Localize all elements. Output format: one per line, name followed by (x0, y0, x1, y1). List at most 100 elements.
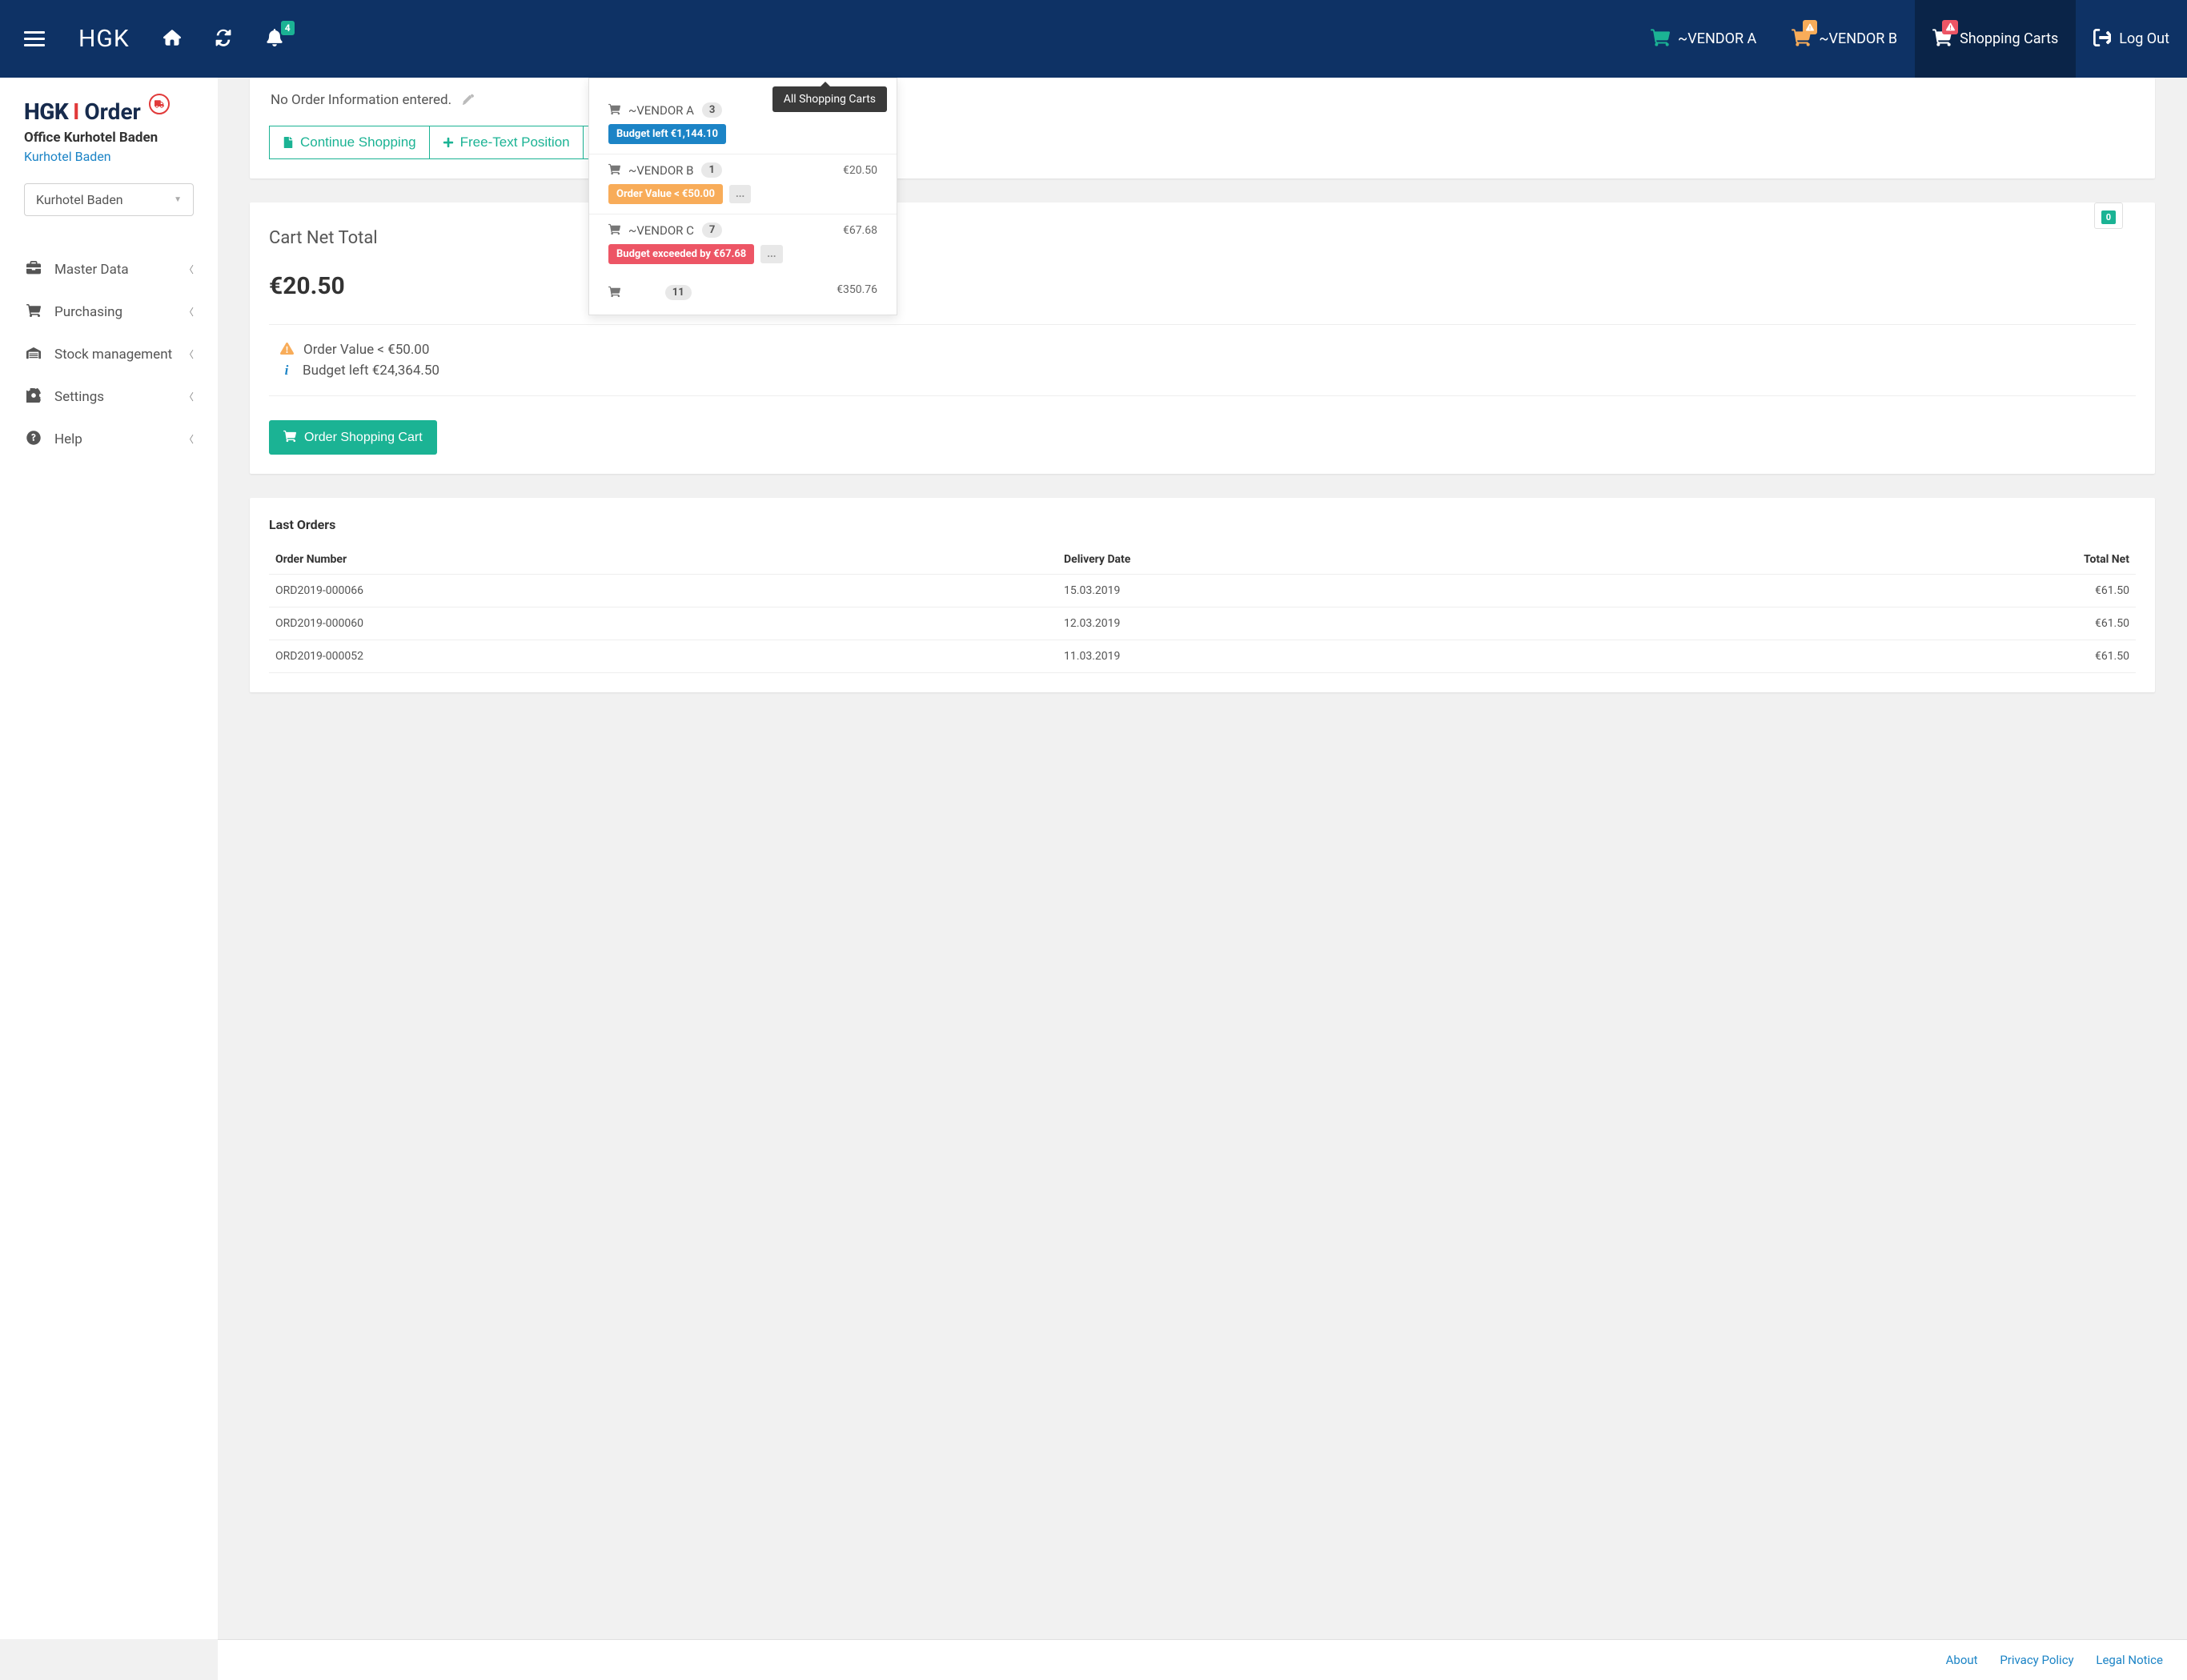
chevron-left-icon: 〈 (184, 432, 194, 446)
dropdown-vendor-name: ~VENDOR C (628, 223, 694, 238)
location-select-value: Kurhotel Baden (36, 192, 123, 207)
cart-icon (608, 163, 620, 178)
dropdown-status-pill: Order Value < €50.00 (608, 184, 723, 204)
dropdown-tooltip: All Shopping Carts (772, 86, 887, 112)
alert-badge-icon (1942, 20, 1958, 34)
cart-icon (283, 430, 296, 445)
continue-shopping-button[interactable]: Continue Shopping (269, 126, 429, 159)
office-name: Office Kurhotel Baden (24, 130, 194, 146)
cart-icon (1792, 28, 1811, 50)
dropdown-status-pill: Budget exceeded by €67.68 (608, 244, 754, 264)
logo-truck-icon (149, 94, 170, 114)
nav-vendor-b[interactable]: ~VENDOR B (1774, 0, 1915, 78)
sidebar-item-stock-management[interactable]: Stock management 〈 (24, 333, 194, 375)
sidebar-item-purchasing[interactable]: Purchasing 〈 (24, 291, 194, 333)
dropdown-total-label: Total (628, 285, 657, 300)
cart-icon (608, 103, 620, 118)
money-indicator[interactable]: 0 (2094, 202, 2123, 229)
nav-vendor-a[interactable]: ~VENDOR A (1633, 0, 1774, 78)
cart-icon (1651, 28, 1670, 50)
cart-icon (608, 286, 620, 300)
cell-total-net: €61.50 (1679, 607, 2136, 640)
cell-delivery-date: 15.03.2019 (1057, 575, 1679, 607)
dropdown-cart-row[interactable]: ~VENDOR B 1 €20.50 Order Value < €50.00 … (589, 154, 897, 215)
notification-count-badge: 4 (281, 21, 295, 35)
cell-total-net: €61.50 (1679, 575, 2136, 607)
table-row[interactable]: ORD2019-000052 11.03.2019 €61.50 (269, 640, 2136, 673)
money-indicator-value: 0 (2101, 211, 2116, 224)
dropdown-vendor-name: ~VENDOR A (628, 103, 694, 118)
nav-vendor-b-label: ~VENDOR B (1819, 30, 1897, 47)
continue-shopping-label: Continue Shopping (300, 134, 416, 150)
warehouse-icon (24, 346, 43, 363)
order-shopping-cart-button[interactable]: Order Shopping Cart (269, 420, 437, 455)
home-icon[interactable] (163, 29, 181, 49)
sync-icon[interactable] (215, 29, 232, 49)
dropdown-item-count: 3 (702, 102, 722, 118)
dropdown-row-amount: €67.68 (843, 224, 877, 237)
file-icon (283, 136, 294, 149)
logout-icon (2093, 29, 2111, 48)
col-delivery-date: Delivery Date (1057, 545, 1679, 575)
cart-net-total-title: Cart Net Total (269, 228, 2136, 248)
office-link[interactable]: Kurhotel Baden (24, 149, 194, 164)
chevron-left-icon: 〈 (184, 305, 194, 319)
dropdown-cart-row[interactable]: ~VENDOR C 7 €67.68 Budget exceeded by €6… (589, 215, 897, 274)
sidebar-item-help[interactable]: Help 〈 (24, 418, 194, 460)
chevron-left-icon: 〈 (184, 263, 194, 276)
nav-shopping-carts[interactable]: Shopping Carts (1915, 0, 2076, 78)
menu-toggle-button[interactable] (24, 31, 45, 46)
order-value-warning-text: Order Value < €50.00 (303, 342, 429, 358)
location-select[interactable]: Kurhotel Baden ▼ (24, 183, 194, 216)
logo-text-hgk: HGK (24, 98, 68, 125)
order-shopping-cart-label: Order Shopping Cart (304, 431, 423, 445)
cell-order-number: ORD2019-000052 (269, 640, 1057, 673)
page-footer: About Privacy Policy Legal Notice (218, 1639, 2187, 1680)
dropdown-item-count: 1 (701, 162, 721, 178)
cell-total-net: €61.50 (1679, 640, 2136, 673)
chevron-left-icon: 〈 (184, 347, 194, 361)
dropdown-total-row[interactable]: Total 11 €350.76 (589, 274, 897, 308)
cell-delivery-date: 11.03.2019 (1057, 640, 1679, 673)
brand-text: HGK (78, 25, 130, 53)
footer-about-link[interactable]: About (1946, 1653, 1978, 1667)
no-order-info-text: No Order Information entered. (271, 92, 451, 108)
dropdown-total-count: 11 (665, 285, 692, 300)
dropdown-vendor-name: ~VENDOR B (628, 163, 693, 178)
warning-badge-icon (1803, 20, 1817, 34)
col-total-net: Total Net (1679, 545, 2136, 575)
gear-icon (24, 388, 43, 405)
nav-logout[interactable]: Log Out (2076, 0, 2187, 78)
last-orders-title: Last Orders (269, 517, 2136, 532)
budget-left-text: Budget left €24,364.50 (303, 363, 439, 379)
sidebar-item-label: Settings (54, 389, 104, 405)
notification-bell-icon[interactable]: 4 (266, 29, 283, 49)
chevron-left-icon: 〈 (184, 390, 194, 403)
sidebar-item-label: Help (54, 431, 82, 447)
footer-privacy-link[interactable]: Privacy Policy (2000, 1653, 2073, 1667)
last-orders-table: Order Number Delivery Date Total Net ORD… (269, 545, 2136, 673)
table-row[interactable]: ORD2019-000066 15.03.2019 €61.50 (269, 575, 2136, 607)
sidebar-item-settings[interactable]: Settings 〈 (24, 375, 194, 418)
info-icon: i (280, 363, 293, 379)
dropdown-status-pill: Budget left €1,144.10 (608, 124, 726, 144)
logo-separator: I (73, 98, 79, 125)
more-dots-button[interactable]: ... (760, 245, 782, 263)
cell-delivery-date: 12.03.2019 (1057, 607, 1679, 640)
sidebar-item-label: Master Data (54, 262, 129, 278)
sidebar-item-master-data[interactable]: Master Data 〈 (24, 248, 194, 291)
footer-legal-link[interactable]: Legal Notice (2096, 1653, 2163, 1667)
cell-order-number: ORD2019-000060 (269, 607, 1057, 640)
logo-text-order: Order (84, 98, 140, 125)
edit-pencil-icon[interactable] (463, 94, 474, 106)
cart-icon (24, 303, 43, 320)
cart-icon (1932, 28, 1952, 50)
dropdown-total-amount: €350.76 (837, 283, 877, 296)
table-row[interactable]: ORD2019-000060 12.03.2019 €61.50 (269, 607, 2136, 640)
more-dots-button[interactable]: ... (729, 185, 751, 203)
logo-block: HGK I Order Office Kurhotel Baden Kurhot… (24, 98, 194, 164)
chevron-down-icon: ▼ (174, 195, 182, 204)
free-text-position-button[interactable]: Free-Text Position (429, 126, 583, 159)
sidebar-item-label: Stock management (54, 347, 172, 363)
top-navbar: HGK 4 ~VENDOR A ~VENDOR B Shopping Carts (0, 0, 2187, 78)
